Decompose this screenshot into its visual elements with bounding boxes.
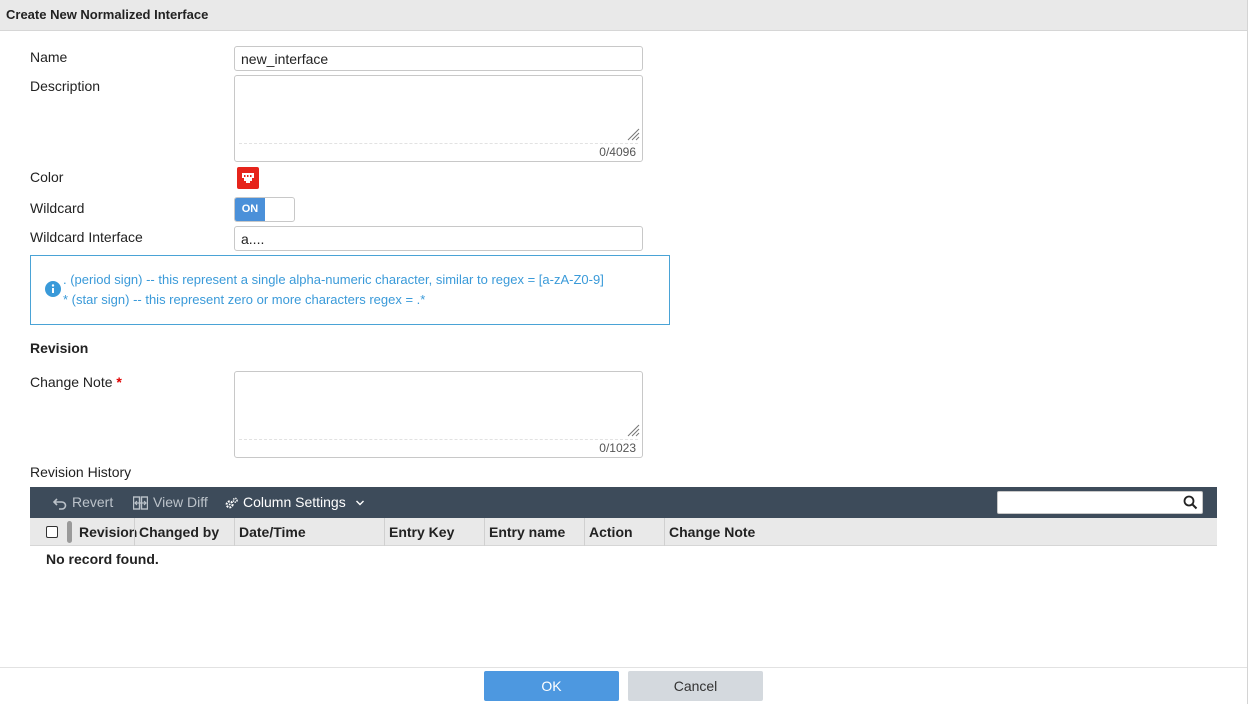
undo-icon <box>52 498 67 511</box>
column-header-changed-by[interactable]: Changed by <box>134 518 219 546</box>
description-counter: 0/4096 <box>599 145 636 159</box>
revert-button[interactable]: Revert <box>52 487 114 518</box>
column-header-action[interactable]: Action <box>584 518 633 546</box>
view-diff-label: View Diff <box>153 494 208 510</box>
change-note-text[interactable] <box>235 372 642 438</box>
description-text[interactable] <box>235 76 642 142</box>
wildcard-interface-input[interactable] <box>234 226 643 251</box>
name-label: Name <box>30 49 68 65</box>
revision-history-toolbar: Revert View Diff Column Settings <box>30 487 1217 518</box>
gears-icon <box>225 497 238 509</box>
wildcard-interface-label: Wildcard Interface <box>30 229 143 245</box>
table-empty-message: No record found. <box>46 551 159 567</box>
create-normalized-interface-dialog: Create New Normalized Interface Name Des… <box>0 0 1248 704</box>
column-resize-handle[interactable] <box>67 521 72 543</box>
textarea-divider <box>239 439 638 440</box>
required-marker: * <box>116 374 122 390</box>
change-note-label-text: Change Note <box>30 374 113 390</box>
cancel-button[interactable]: Cancel <box>628 671 763 701</box>
column-header-entry-key[interactable]: Entry Key <box>384 518 454 546</box>
textarea-divider <box>239 143 638 144</box>
wildcard-info-box: . (period sign) -- this represent a sing… <box>30 255 670 325</box>
select-all-checkbox[interactable] <box>46 526 58 538</box>
resize-grip-icon[interactable] <box>627 424 640 437</box>
description-label: Description <box>30 78 101 94</box>
network-port-icon <box>242 173 254 183</box>
dialog-titlebar: Create New Normalized Interface <box>0 0 1247 31</box>
chevron-down-icon <box>355 500 364 506</box>
change-note-label: Change Note * <box>30 374 122 390</box>
change-note-textarea[interactable]: 0/1023 <box>234 371 643 458</box>
view-diff-button[interactable]: View Diff <box>132 487 208 518</box>
search-icon[interactable] <box>1183 495 1198 510</box>
table-search-input[interactable] <box>997 491 1203 514</box>
column-settings-button[interactable]: Column Settings <box>225 487 365 518</box>
color-picker-swatch[interactable] <box>237 167 259 189</box>
revision-table-header: Revision Changed by Date/Time Entry Key … <box>30 518 1217 546</box>
wildcard-toggle[interactable]: ON <box>234 197 295 222</box>
revision-section-title: Revision <box>30 340 89 356</box>
info-icon <box>45 281 61 297</box>
name-input[interactable] <box>234 46 643 71</box>
color-label: Color <box>30 169 64 185</box>
wildcard-toggle-on[interactable]: ON <box>235 198 265 221</box>
column-header-revision[interactable]: Revision <box>75 518 137 546</box>
column-header-date-time[interactable]: Date/Time <box>234 518 306 546</box>
info-line-period: . (period sign) -- this represent a sing… <box>63 272 604 287</box>
ok-button[interactable]: OK <box>484 671 619 701</box>
wildcard-label: Wildcard <box>30 200 85 216</box>
dialog-footer <box>0 667 1247 704</box>
description-textarea[interactable]: 0/4096 <box>234 75 643 162</box>
column-settings-label: Column Settings <box>243 494 346 510</box>
compare-icon <box>132 496 149 510</box>
revert-label: Revert <box>72 494 114 510</box>
revision-history-label: Revision History <box>30 464 132 480</box>
resize-grip-icon[interactable] <box>627 128 640 141</box>
info-line-star: * (star sign) -- this represent zero or … <box>63 292 426 307</box>
column-header-entry-name[interactable]: Entry name <box>484 518 565 546</box>
dialog-title: Create New Normalized Interface <box>6 7 209 22</box>
change-note-counter: 0/1023 <box>599 441 636 455</box>
column-header-change-note[interactable]: Change Note <box>664 518 755 546</box>
